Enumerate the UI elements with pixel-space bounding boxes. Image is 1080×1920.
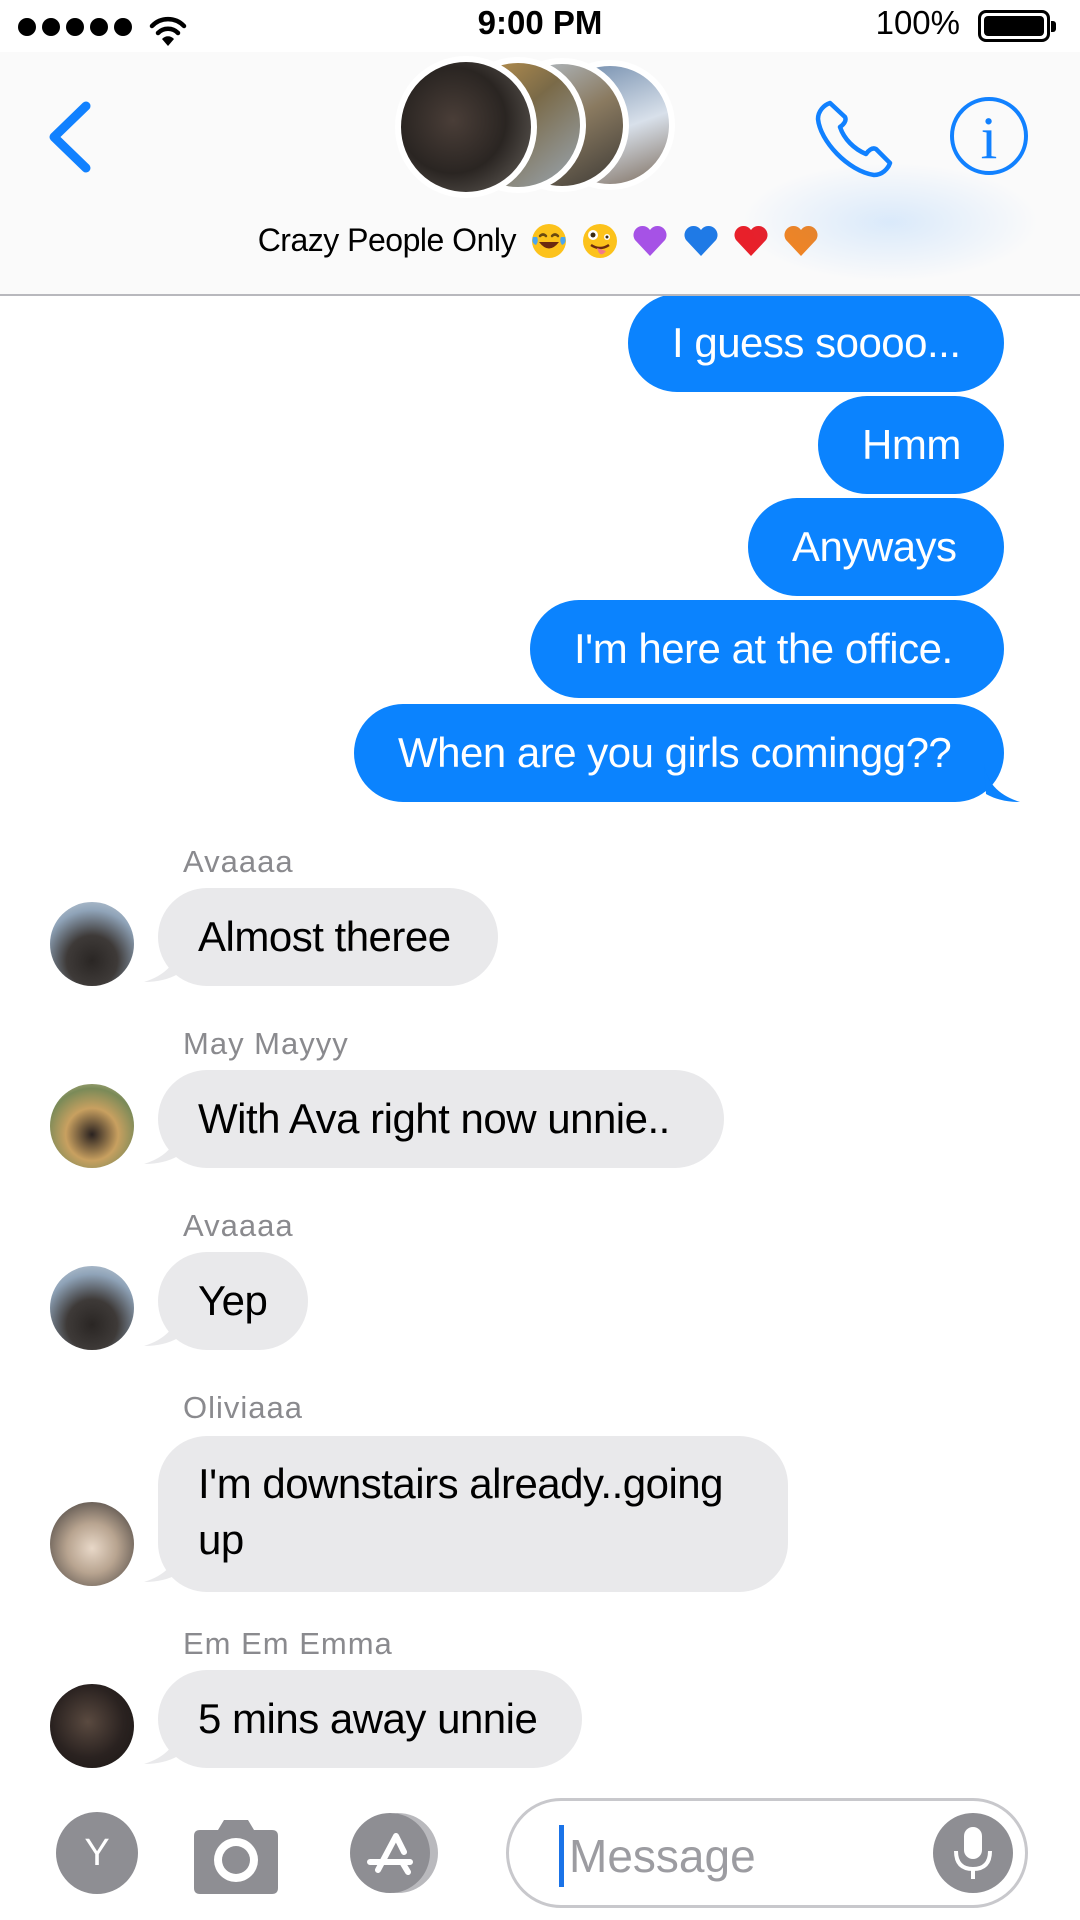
message-input[interactable]: Message <box>506 1798 1028 1908</box>
info-icon[interactable]: i <box>950 97 1028 175</box>
laughing-tears-emoji-icon <box>532 223 567 258</box>
outgoing-message[interactable]: I guess soooo... <box>628 296 1004 392</box>
sender-name: Em Em Emma <box>183 1626 393 1661</box>
group-title[interactable]: Crazy People Only <box>0 220 1080 261</box>
orange-heart-icon <box>784 225 818 256</box>
incoming-message[interactable]: Yep <box>158 1252 308 1350</box>
memoji-avatar-button[interactable]: Y <box>56 1812 138 1894</box>
text-cursor <box>559 1825 564 1887</box>
phone-icon[interactable] <box>812 97 897 182</box>
microphone-icon[interactable] <box>933 1813 1013 1893</box>
sender-name: Avaaaa <box>183 1208 294 1243</box>
avatar[interactable] <box>50 1266 134 1350</box>
avatar[interactable] <box>50 1084 134 1168</box>
bubble-tail <box>984 764 1020 802</box>
outgoing-message[interactable]: Hmm <box>818 396 1004 494</box>
sender-name: Avaaaa <box>183 844 294 879</box>
battery-icon <box>978 10 1056 42</box>
message-placeholder: Message <box>569 1830 756 1882</box>
blue-heart-icon <box>684 225 718 256</box>
outgoing-message[interactable]: When are you girls comingg?? <box>354 704 1004 802</box>
outgoing-message[interactable]: I'm here at the office. <box>530 600 1004 698</box>
purple-heart-icon <box>633 225 667 256</box>
red-heart-icon <box>734 225 768 256</box>
incoming-message[interactable]: 5 mins away unnie <box>158 1670 582 1768</box>
chevron-left-icon[interactable] <box>40 92 100 182</box>
sender-name: Oliviaaa <box>183 1390 303 1425</box>
avatar[interactable] <box>50 1684 134 1768</box>
zany-face-emoji-icon <box>582 223 617 258</box>
app-store-icon[interactable] <box>346 1812 450 1894</box>
compose-bar: Y Message <box>0 1770 1080 1920</box>
avatar[interactable] <box>50 902 134 986</box>
battery-percent: 100% <box>875 4 960 41</box>
group-avatar-1 <box>395 56 537 198</box>
incoming-message[interactable]: With Ava right now unnie.. <box>158 1070 724 1168</box>
group-avatar-stack[interactable] <box>395 56 695 206</box>
status-bar: 9:00 PM 100% <box>0 0 1080 52</box>
conversation-header: i Crazy People Only <box>0 52 1080 296</box>
group-name: Crazy People Only <box>257 222 517 259</box>
sender-name: May Mayyy <box>183 1026 349 1061</box>
group-emojis <box>528 220 822 261</box>
outgoing-message[interactable]: Anyways <box>748 498 1004 596</box>
camera-icon[interactable] <box>190 1814 282 1896</box>
avatar[interactable] <box>50 1502 134 1586</box>
incoming-message[interactable]: Almost theree <box>158 888 498 986</box>
message-list[interactable]: I guess soooo... Hmm Anyways I'm here at… <box>0 296 1080 1770</box>
incoming-message[interactable]: I'm downstairs already..going up <box>158 1436 788 1592</box>
